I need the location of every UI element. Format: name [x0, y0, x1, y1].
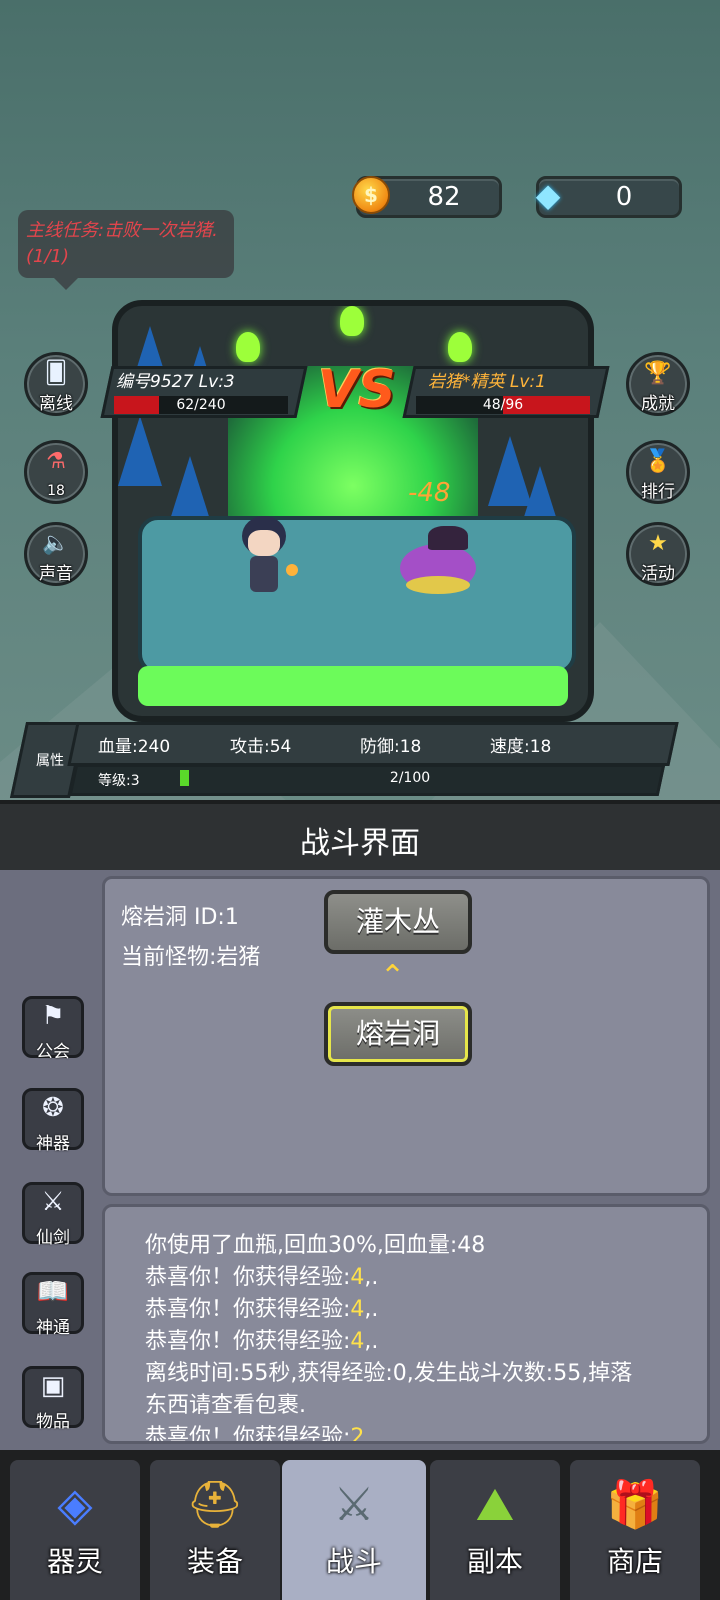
items-label: 物品 — [36, 1412, 70, 1432]
gold-value: 82 — [427, 182, 461, 212]
quest-bubble[interactable]: 主线任务:击败一次岩猪.(1/1) — [18, 210, 234, 290]
enemy-hp-content: 岩猪*精英 Lv:1 48/96 — [408, 366, 598, 418]
enemy-name: 岩猪*精英 Lv:1 — [428, 372, 546, 392]
achievement-label: 成就 — [641, 394, 675, 414]
event-button[interactable]: ★ 活动 — [626, 522, 690, 586]
acid-pool — [138, 666, 568, 706]
artifact-icon: ❂ — [42, 1093, 64, 1123]
helmet-icon: ⛑ — [185, 1477, 245, 1531]
sound-label: 声音 — [39, 564, 73, 584]
stat-speed: 速度:18 — [490, 737, 552, 757]
nav-spirit-label: 器灵 — [46, 1545, 103, 1578]
ranking-label: 排行 — [641, 482, 675, 502]
nav-shop-label: 商店 — [606, 1545, 663, 1578]
attributes-tab-label: 属性 — [36, 753, 64, 769]
player-hp-bar: 62/240 — [114, 396, 288, 414]
nav-dungeon[interactable]: ⛰ 副本 — [430, 1460, 560, 1600]
boar-sprite — [400, 526, 476, 596]
nav-equipment-label: 装备 — [186, 1545, 243, 1578]
dungeon-icon: ⛰ — [475, 1477, 515, 1531]
potion-count: 18 — [47, 483, 65, 499]
achievement-button[interactable]: 🏆 成就 — [626, 352, 690, 416]
panel-title-bar: 战斗界面 — [0, 800, 720, 874]
offline-card-icon: 🂠 — [44, 361, 68, 386]
offline-button[interactable]: 🂠 离线 — [24, 352, 88, 416]
potion-icon: ⚗ — [46, 449, 66, 474]
skill-button[interactable]: 📖 神通 — [22, 1272, 84, 1338]
items-button[interactable]: ▣ 物品 — [22, 1366, 84, 1432]
spirit-icon: ◈ — [57, 1477, 93, 1531]
log-line: 恭喜你！你获得经验:4,. — [145, 1297, 379, 1322]
ranking-button[interactable]: 🏅 排行 — [626, 440, 690, 504]
exp-text: 2/100 — [389, 770, 431, 786]
nav-battle[interactable]: ⚔ 战斗 — [282, 1460, 426, 1600]
sword-button[interactable]: ⚔ 仙剑 — [22, 1182, 84, 1248]
nav-spirit[interactable]: ◈ 器灵 — [10, 1460, 140, 1600]
chest-icon: ▣ — [40, 1371, 66, 1401]
offline-label: 离线 — [39, 394, 73, 414]
panel-title: 战斗界面 — [300, 826, 420, 861]
nav-battle-label: 战斗 — [325, 1545, 382, 1578]
artifact-label: 神器 — [36, 1134, 70, 1154]
book-icon: 📖 — [36, 1277, 70, 1307]
stars-icon: ★ — [648, 531, 668, 556]
green-flame-icon — [340, 306, 364, 336]
monster-text: 当前怪物:岩猪 — [121, 945, 261, 970]
player-name: 编号9527 Lv:3 — [116, 372, 235, 392]
speaker-icon: 🔈 — [42, 531, 70, 556]
map-node-shrub[interactable]: 灌木丛 — [324, 890, 472, 954]
enemy-hp-text: 48/96 — [482, 397, 524, 413]
crossed-swords-icon: ⚔ — [333, 1477, 375, 1531]
stat-defense: 防御:18 — [360, 737, 422, 757]
quest-text: 主线任务:击败一次岩猪.(1/1) — [26, 220, 218, 267]
arena-floor — [138, 516, 576, 674]
player-hp-content: 编号9527 Lv:3 62/240 — [106, 366, 296, 418]
map-node-lava-cave[interactable]: 熔岩洞 — [324, 1002, 472, 1066]
guild-banner-icon: ⚑ — [41, 1001, 65, 1031]
guild-button[interactable]: ⚑ 公会 — [22, 996, 84, 1062]
vs-emblem: VS — [318, 360, 396, 420]
sword-label: 仙剑 — [36, 1228, 70, 1248]
log-line: 恭喜你！你获得经验:2 — [145, 1425, 365, 1444]
location-text: 熔岩洞 ID:1 — [121, 905, 239, 930]
gem-value: 0 — [615, 182, 633, 212]
battle-log[interactable]: 你使用了血瓶,回血30%,回血量:48 恭喜你！你获得经验:4,. 恭喜你！你获… — [102, 1204, 710, 1444]
trophy-icon: 🏆 — [644, 361, 672, 386]
damage-number: -48 — [408, 478, 451, 508]
log-line: 恭喜你！你获得经验:4,. — [145, 1265, 379, 1290]
chevron-up-icon: ⌃ — [380, 959, 406, 994]
diamond-icon: ◆ — [535, 176, 561, 214]
artifact-button[interactable]: ❂ 神器 — [22, 1088, 84, 1154]
sword-icon: ⚔ — [41, 1187, 65, 1217]
green-flame-icon — [236, 332, 260, 362]
stat-level: 等级:3 — [98, 773, 140, 789]
pine-tree — [118, 416, 162, 486]
enemy-hp-bar: 48/96 — [416, 396, 590, 414]
log-line: 你使用了血瓶,回血30%,回血量:48 — [145, 1233, 486, 1258]
green-flame-icon — [448, 332, 472, 362]
nav-dungeon-label: 副本 — [466, 1545, 523, 1578]
potion-button[interactable]: ⚗ 18 — [24, 440, 88, 504]
player-hp-text: 62/240 — [176, 397, 226, 413]
medal-icon: 🏅 — [644, 449, 672, 474]
skill-label: 神通 — [36, 1318, 70, 1338]
nav-equipment[interactable]: ⛑ 装备 — [150, 1460, 280, 1600]
event-label: 活动 — [641, 564, 675, 584]
log-line: 离线时间:55秒,获得经验:0,发生战斗次数:55,掉落 — [145, 1361, 633, 1386]
hero-sprite — [236, 516, 298, 596]
shop-chest-icon: 🎁 — [606, 1477, 664, 1531]
guild-label: 公会 — [36, 1042, 70, 1062]
log-line: 东西请查看包裹. — [145, 1393, 306, 1418]
nav-shop[interactable]: 🎁 商店 — [570, 1460, 700, 1600]
gold-coin-icon: $ — [352, 176, 390, 214]
log-line: 恭喜你！你获得经验:4,. — [145, 1329, 379, 1354]
stat-attack: 攻击:54 — [230, 737, 292, 757]
stat-hp: 血量:240 — [98, 737, 171, 757]
exp-fill — [180, 770, 189, 786]
sound-button[interactable]: 🔈 声音 — [24, 522, 88, 586]
